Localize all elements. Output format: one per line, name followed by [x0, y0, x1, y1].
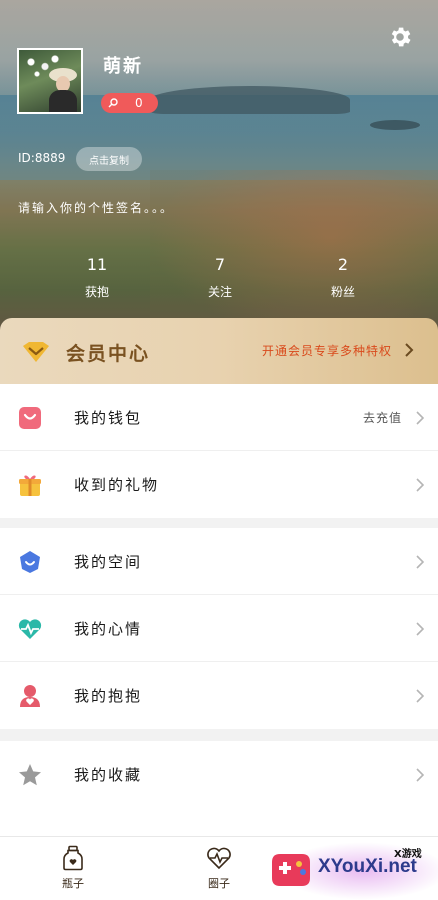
- menu-item-gifts[interactable]: 收到的礼物: [0, 451, 438, 518]
- avatar[interactable]: [17, 48, 83, 114]
- points-count: 0: [135, 96, 143, 110]
- crown-icon: [23, 342, 49, 362]
- menu-section-wallet: 我的钱包 去充值 收到的礼物: [0, 384, 438, 518]
- menu-item-label: 我的空间: [74, 553, 143, 571]
- gift-icon: [19, 475, 41, 496]
- chevron-right-icon: [416, 478, 424, 492]
- wallet-icon: [19, 407, 41, 429]
- search-icon: [108, 98, 118, 108]
- watermark-tag: X游戏: [394, 849, 422, 860]
- user-id: ID:8889: [18, 151, 66, 165]
- chevron-right-icon: [416, 622, 424, 636]
- stat-label: 粉丝: [330, 285, 355, 299]
- menu-item-favorites[interactable]: 我的收藏: [0, 741, 438, 808]
- circle-heart-icon: [207, 847, 231, 870]
- stat-value: 7: [214, 255, 226, 274]
- chevron-right-icon: [405, 343, 414, 357]
- member-promo: 开通会员专享多种特权: [262, 344, 393, 358]
- profile-header: 萌新 0 ID:8889 点击复制 请输入你的个性签名。。。 11 获抱 7 关…: [0, 0, 438, 330]
- mood-heart-icon: [18, 619, 42, 639]
- nav-tab-circle[interactable]: 圈子: [189, 845, 249, 891]
- stat-hugs-received[interactable]: 11 获抱: [67, 256, 127, 300]
- copy-id-button[interactable]: 点击复制: [76, 147, 142, 171]
- site-watermark: XYouXi.net X游戏: [268, 842, 438, 900]
- gamepad-logo-icon: [272, 854, 310, 886]
- nav-tab-bottle[interactable]: 瓶子: [43, 845, 103, 891]
- nickname: 萌新: [103, 56, 143, 77]
- stat-value: 2: [337, 255, 349, 274]
- stat-label: 获抱: [84, 285, 109, 299]
- stat-label: 关注: [207, 285, 232, 299]
- chevron-right-icon: [416, 689, 424, 703]
- menu-item-hugs[interactable]: 我的抱抱: [0, 662, 438, 729]
- menu-item-label: 我的钱包: [74, 409, 143, 427]
- stat-following[interactable]: 7 关注: [190, 256, 250, 300]
- hug-icon: [20, 685, 40, 707]
- menu-item-label: 我的抱抱: [74, 687, 143, 705]
- menu-item-label: 我的心情: [74, 620, 143, 638]
- member-title: 会员中心: [66, 343, 151, 365]
- nav-label: 圈子: [208, 877, 230, 890]
- menu-item-mood[interactable]: 我的心情: [0, 595, 438, 662]
- space-icon: [20, 551, 40, 573]
- menu-item-space[interactable]: 我的空间: [0, 528, 438, 595]
- chevron-right-icon: [416, 768, 424, 782]
- bottle-icon: [63, 845, 83, 871]
- chevron-right-icon: [416, 555, 424, 569]
- recharge-link[interactable]: 去充值: [363, 409, 402, 426]
- menu-section-collections: 我的收藏: [0, 741, 438, 836]
- star-icon: [19, 764, 41, 786]
- nav-label: 瓶子: [62, 877, 84, 890]
- chevron-right-icon: [416, 411, 424, 425]
- stat-followers[interactable]: 2 粉丝: [313, 256, 373, 300]
- menu-section-personal: 我的空间 我的心情 我的抱抱: [0, 528, 438, 729]
- gear-icon[interactable]: [387, 24, 413, 50]
- member-center-banner[interactable]: 会员中心 开通会员专享多种特权: [0, 318, 438, 384]
- stat-value: 11: [86, 255, 108, 274]
- menu-item-wallet[interactable]: 我的钱包 去充值: [0, 384, 438, 451]
- menu-item-label: 收到的礼物: [74, 476, 160, 494]
- menu-item-label: 我的收藏: [74, 766, 143, 784]
- signature-field[interactable]: 请输入你的个性签名。。。: [18, 199, 174, 216]
- points-badge[interactable]: 0: [101, 93, 158, 113]
